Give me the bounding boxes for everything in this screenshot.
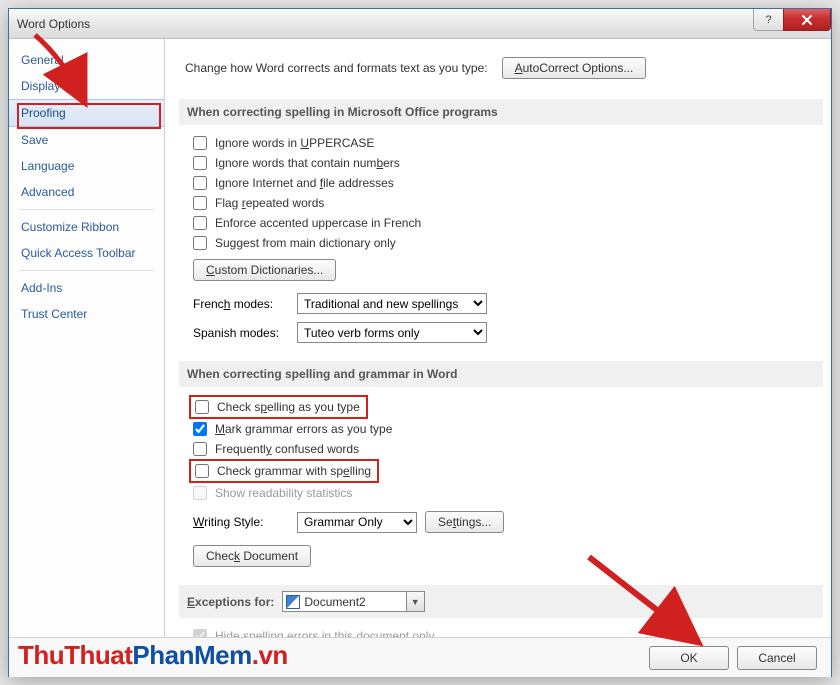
sidebar-item-language[interactable]: Language [9, 153, 164, 179]
sidebar: General Display Proofing Save Language A… [9, 39, 165, 637]
opt-mark-grammar[interactable]: Mark grammar errors as you type [193, 419, 823, 439]
checkbox-hide-spelling [193, 629, 207, 637]
checkbox-main-dict[interactable] [193, 236, 207, 250]
sidebar-item-save[interactable]: Save [9, 127, 164, 153]
opt-flag-repeated[interactable]: Flag repeated words [193, 193, 823, 213]
section-office-header: When correcting spelling in Microsoft Of… [179, 99, 823, 125]
section-word-body: Check spelling as you type Mark grammar … [179, 395, 823, 581]
content-panel: Change how Word corrects and formats tex… [165, 39, 831, 637]
check-document-button[interactable]: Check Document [193, 545, 311, 567]
writing-style-select[interactable]: Grammar Only [297, 512, 417, 533]
spanish-modes-select[interactable]: Tuteo verb forms only [297, 322, 487, 343]
close-icon [801, 14, 813, 26]
sidebar-divider-2 [19, 270, 154, 271]
intro-text: Change how Word corrects and formats tex… [185, 61, 488, 75]
chevron-down-icon: ▼ [406, 592, 424, 611]
sidebar-item-advanced[interactable]: Advanced [9, 179, 164, 205]
word-options-dialog: Word Options ? General Display Proofing … [8, 8, 832, 677]
checkbox-ignore-internet[interactable] [193, 176, 207, 190]
checkbox-flag-repeated[interactable] [193, 196, 207, 210]
opt-french-accent[interactable]: Enforce accented uppercase in French [193, 213, 823, 233]
sidebar-divider-1 [19, 209, 154, 210]
checkbox-check-grammar-spelling[interactable] [195, 464, 209, 478]
exceptions-document-select[interactable]: Document2 ▼ [282, 591, 424, 612]
opt-hide-spelling: Hide spelling errors in this document on… [193, 626, 823, 637]
french-modes-row: French modes: Traditional and new spelli… [193, 289, 823, 318]
content-scroll[interactable]: Change how Word corrects and formats tex… [165, 39, 831, 637]
titlebar-buttons: ? [753, 9, 831, 31]
opt-ignore-internet[interactable]: Ignore Internet and file addresses [193, 173, 823, 193]
section-office-body: Ignore words in UPPERCASE Ignore words t… [179, 133, 823, 357]
opt-ignore-uppercase[interactable]: Ignore words in UPPERCASE [193, 133, 823, 153]
sidebar-item-trust-center[interactable]: Trust Center [9, 301, 164, 327]
opt-main-dict[interactable]: Suggest from main dictionary only [193, 233, 823, 253]
opt-check-spelling[interactable]: Check spelling as you type [191, 397, 366, 417]
sidebar-item-quick-access-toolbar[interactable]: Quick Access Toolbar [9, 240, 164, 266]
french-modes-label: French modes: [193, 297, 289, 311]
intro-row: Change how Word corrects and formats tex… [179, 47, 823, 95]
checkbox-mark-grammar[interactable] [193, 422, 207, 436]
ok-button[interactable]: OK [649, 646, 729, 670]
opt-ignore-numbers[interactable]: Ignore words that contain numbers [193, 153, 823, 173]
sidebar-item-proofing[interactable]: Proofing [9, 99, 164, 127]
dialog-body: General Display Proofing Save Language A… [9, 39, 831, 637]
autocorrect-options-button[interactable]: AutoCorrect Options... [502, 57, 647, 79]
checkbox-french-accent[interactable] [193, 216, 207, 230]
section-word-header: When correcting spelling and grammar in … [179, 361, 823, 387]
window-title: Word Options [17, 17, 90, 31]
checkbox-readability [193, 486, 207, 500]
spanish-modes-label: Spanish modes: [193, 326, 289, 340]
writing-style-row: Writing Style: Grammar Only Settings... [193, 503, 823, 537]
opt-readability: Show readability statistics [193, 483, 823, 503]
titlebar: Word Options ? [9, 9, 831, 39]
checkbox-ignore-numbers[interactable] [193, 156, 207, 170]
sidebar-item-customize-ribbon[interactable]: Customize Ribbon [9, 214, 164, 240]
sidebar-item-add-ins[interactable]: Add-Ins [9, 275, 164, 301]
custom-dictionaries-button[interactable]: Custom Dictionaries... [193, 259, 336, 281]
settings-button[interactable]: Settings... [425, 511, 504, 533]
opt-check-grammar-spelling[interactable]: Check grammar with spelling [191, 461, 377, 481]
highlight-check-spelling: Check spelling as you type [189, 395, 368, 419]
checkbox-ignore-uppercase[interactable] [193, 136, 207, 150]
sidebar-item-general[interactable]: General [9, 47, 164, 73]
checkbox-check-spelling[interactable] [195, 400, 209, 414]
writing-style-label: Writing Style: [193, 515, 289, 529]
close-button[interactable] [783, 9, 831, 31]
sidebar-item-display[interactable]: Display [9, 73, 164, 99]
french-modes-select[interactable]: Traditional and new spellings [297, 293, 487, 314]
section-exceptions-body: Hide spelling errors in this document on… [179, 626, 823, 637]
document-icon [286, 595, 300, 609]
opt-confused-words[interactable]: Frequently confused words [193, 439, 823, 459]
spanish-modes-row: Spanish modes: Tuteo verb forms only [193, 318, 823, 347]
help-button[interactable]: ? [753, 9, 783, 31]
watermark: ThuThuatPhanMem.vn [18, 640, 288, 671]
cancel-button[interactable]: Cancel [737, 646, 817, 670]
checkbox-confused-words[interactable] [193, 442, 207, 456]
highlight-check-grammar-spelling: Check grammar with spelling [189, 459, 379, 483]
section-exceptions-header: Exceptions for: Document2 ▼ [179, 585, 823, 618]
